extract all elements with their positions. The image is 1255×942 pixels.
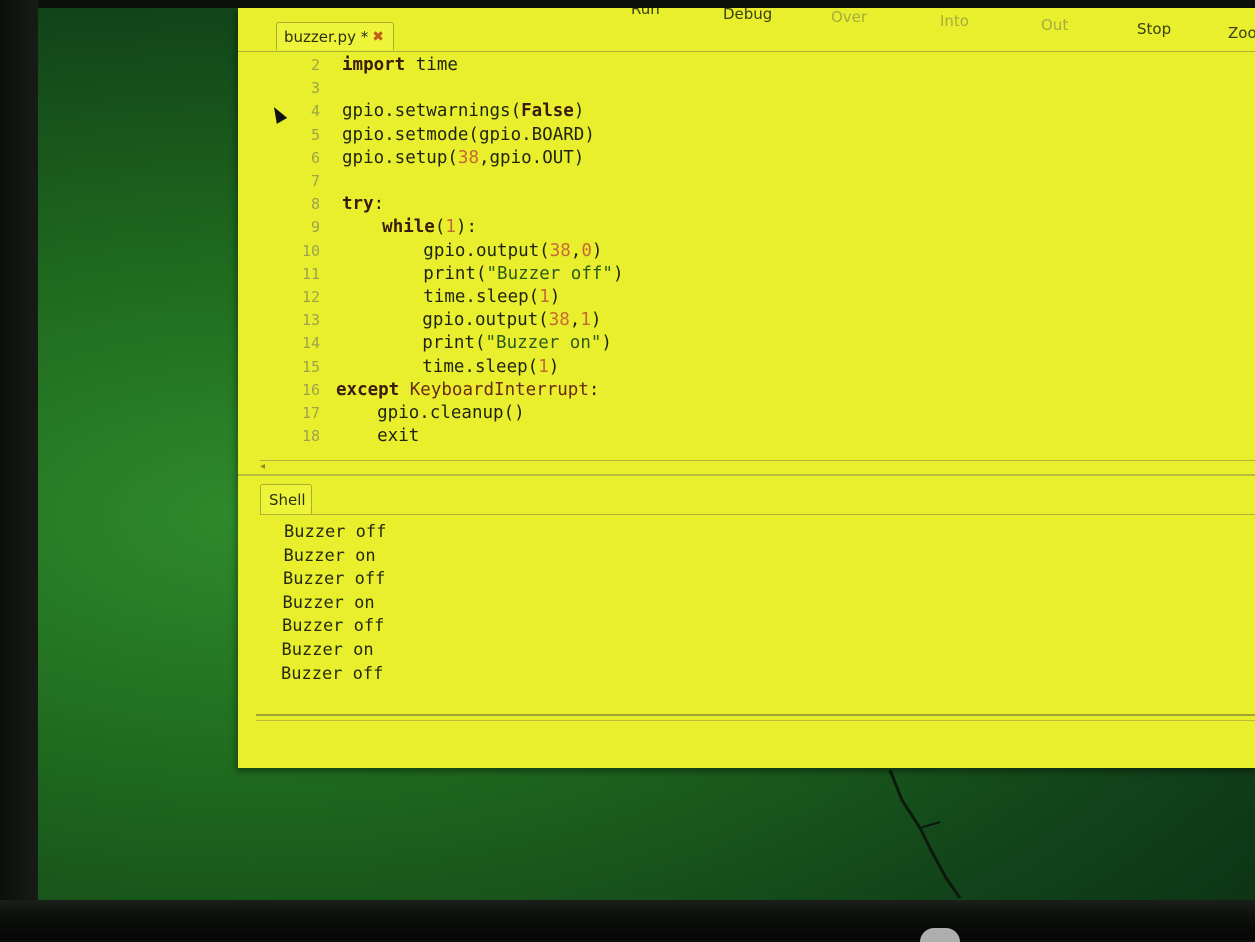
run-button[interactable]: Run <box>631 8 660 18</box>
shell-output-line: Buzzer off <box>282 616 385 637</box>
code-editor[interactable]: 2 3 4 5 6 7 8 9 10 11 12 13 14 15 16 17 18 import time gp… <box>260 54 1255 458</box>
line-number: 18 <box>301 427 320 446</box>
line-number-gutter: 2 3 4 5 6 7 8 9 10 11 12 13 14 15 16 17 18 <box>260 54 322 458</box>
step-out-button[interactable]: Out <box>1041 16 1068 34</box>
shell-output-line: Buzzer on <box>283 545 376 566</box>
editor-horizontal-scrollbar[interactable]: ◂ <box>260 460 1255 473</box>
screen-crack <box>888 770 962 899</box>
line-number: 14 <box>301 334 320 353</box>
line-number: 6 <box>310 148 320 167</box>
thonny-window: Run Debug Over Into Out Stop Zoo buzzer.… <box>238 8 1255 768</box>
code-line[interactable]: time.sleep(1) <box>338 356 559 378</box>
code-line[interactable]: gpio.output(38,0) <box>339 240 602 262</box>
monitor-bezel-top <box>0 0 1255 8</box>
pane-divider[interactable] <box>238 474 1255 476</box>
shell-input-border <box>256 714 1255 716</box>
line-number: 17 <box>301 404 320 422</box>
shell-output-line: Buzzer on <box>281 640 374 660</box>
step-over-button[interactable]: Over <box>831 8 867 26</box>
code-line[interactable]: gpio.setup(38,gpio.OUT) <box>342 147 584 169</box>
code-line[interactable]: print("Buzzer off") <box>339 263 623 285</box>
line-number: 15 <box>301 357 320 376</box>
line-number: 11 <box>301 264 320 283</box>
stop-button[interactable]: Stop <box>1137 20 1171 38</box>
code-line[interactable]: try: <box>342 193 384 215</box>
code-line[interactable]: gpio.cleanup() <box>335 402 525 424</box>
code-line[interactable]: print("Buzzer on") <box>338 332 612 354</box>
line-number: 16 <box>301 380 320 399</box>
shell-input-border-inner <box>256 720 1255 721</box>
line-number: 5 <box>310 125 320 144</box>
step-into-button[interactable]: Into <box>940 12 969 30</box>
tab-label: buzzer.py * <box>284 27 369 46</box>
code-line[interactable]: while(1): <box>340 216 477 238</box>
shell-output-line: Buzzer off <box>284 522 387 542</box>
zoom-button[interactable]: Zoo <box>1228 24 1255 42</box>
code-line[interactable]: gpio.setwarnings(False) <box>342 100 584 122</box>
monitor-bezel-left <box>0 0 38 940</box>
line-number: 12 <box>301 288 320 306</box>
code-line[interactable]: gpio.output(38,1) <box>338 309 601 331</box>
tab-underline <box>238 51 1255 52</box>
line-number: 3 <box>310 79 320 98</box>
tab-buzzer-py[interactable]: buzzer.py * ✖ <box>276 22 394 50</box>
line-number: 10 <box>301 241 320 260</box>
line-number: 8 <box>310 195 320 214</box>
shell-output-line: Buzzer off <box>281 663 384 684</box>
tab-shell[interactable]: Shell <box>260 484 312 514</box>
line-number: 9 <box>310 218 320 237</box>
code-line[interactable]: except KeyboardInterrupt: <box>336 379 599 401</box>
close-tab-icon[interactable]: ✖ <box>372 29 384 45</box>
code-line[interactable]: time.sleep(1) <box>339 286 560 308</box>
line-number: 7 <box>310 172 320 190</box>
shell-output-line: Buzzer off <box>283 569 386 590</box>
line-number: 13 <box>301 311 320 330</box>
line-number: 2 <box>310 56 320 74</box>
code-line[interactable]: import time <box>342 54 458 76</box>
monitor-bezel-bottom <box>0 900 1255 940</box>
debug-button[interactable]: Debug <box>723 8 772 23</box>
shell-tab-underline <box>260 514 1255 515</box>
shell-output-line: Buzzer on <box>282 592 375 613</box>
code-line[interactable]: gpio.setmode(gpio.BOARD) <box>342 124 595 146</box>
scroll-left-icon[interactable]: ◂ <box>260 461 265 472</box>
code-line[interactable]: exit <box>335 425 419 447</box>
